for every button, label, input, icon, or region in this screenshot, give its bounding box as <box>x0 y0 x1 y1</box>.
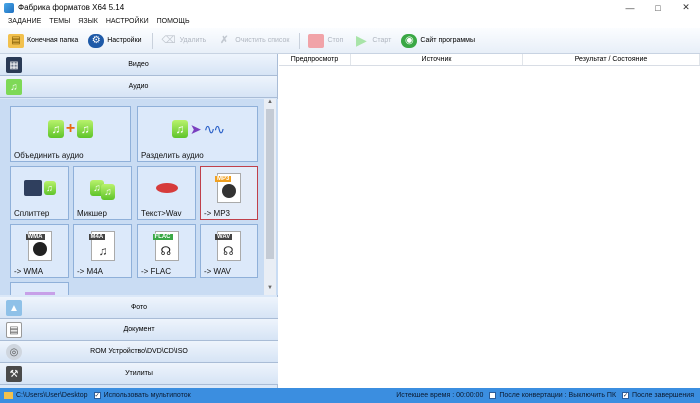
stop-icon <box>308 33 325 48</box>
category-utilities[interactable]: ⚒ Утилиты <box>0 363 278 385</box>
folder-icon: ▤ <box>8 33 24 48</box>
menu-settings[interactable]: НАСТРОЙКИ <box>106 18 149 25</box>
audio-tool-icon <box>11 287 68 295</box>
wma-file-icon: WMA <box>11 227 68 265</box>
mp3-file-icon: MP3 <box>201 169 257 207</box>
menu-themes[interactable]: ТЕМЫ <box>49 18 70 25</box>
status-bar: C:\Users\User\Desktop ✓ Использовать мул… <box>0 388 700 403</box>
play-icon: ▶ <box>355 32 367 48</box>
multithread-checkbox[interactable]: ✓ <box>93 392 101 399</box>
task-list[interactable]: Предпросмотр Источник Результат / Состоя… <box>279 54 700 388</box>
tiles-scrollbar[interactable]: ▲ ▼ <box>264 99 276 295</box>
disc-icon: ◎ <box>6 344 22 360</box>
globe-icon: ◉ <box>401 33 418 48</box>
to-m4a-tile[interactable]: M4A ♫ -> M4A <box>73 224 132 278</box>
splitter-tile[interactable]: ♫ Сплиттер <box>10 166 69 220</box>
film-icon: ▦ <box>6 57 22 73</box>
category-audio[interactable]: ♫ Аудио <box>0 76 277 98</box>
folder-icon <box>4 392 13 399</box>
tools-icon: ⚒ <box>6 366 22 382</box>
to-flac-tile[interactable]: FLAC ☊ -> FLAC <box>137 224 196 278</box>
to-wma-tile[interactable]: WMA -> WMA <box>10 224 69 278</box>
menu-bar: ЗАДАНИЕ ТЕМЫ ЯЗЫК НАСТРОЙКИ ПОМОЩЬ <box>0 15 700 28</box>
scroll-up-icon[interactable]: ▲ <box>264 99 276 109</box>
after-finish-checkbox[interactable]: ✓ <box>622 392 630 399</box>
toolbar-separator <box>299 32 301 49</box>
music-note-icon: ♫ <box>6 79 22 95</box>
audio-tools-grid: ♫ + ♫ Объединить аудио ♫ ➤ ∿∿ Разделить ауди… <box>0 99 278 295</box>
photo-icon: ▲ <box>6 300 22 316</box>
mixer-tile[interactable]: ♫ ♫ Микшер <box>73 166 132 220</box>
menu-help[interactable]: ПОМОЩЬ <box>157 18 190 25</box>
after-convert-checkbox[interactable] <box>489 392 497 399</box>
column-source[interactable]: Источник <box>351 54 523 65</box>
title-bar: Фабрика форматов X64 5.14 — □ ✕ <box>0 0 700 15</box>
multithread-toggle[interactable]: ✓ Использовать мультипоток <box>93 392 191 399</box>
settings-icon: ⚙ <box>88 33 105 48</box>
category-document[interactable]: ▤ Документ <box>0 319 278 341</box>
start-button[interactable]: ▶ Старт <box>353 31 391 51</box>
app-icon <box>4 2 14 13</box>
clear-list-button[interactable]: ✗ Очистить список <box>216 31 289 51</box>
clear-icon: ✗ <box>220 35 229 46</box>
after-finish-toggle[interactable]: ✓ После завершения <box>622 392 694 399</box>
scroll-thumb[interactable] <box>266 109 274 259</box>
mixer-icon: ♫ ♫ <box>74 169 131 207</box>
delete-button[interactable]: ⌫ Удалить <box>161 31 206 51</box>
output-path[interactable]: C:\Users\User\Desktop <box>4 392 88 399</box>
window-title: Фабрика форматов X64 5.14 <box>18 3 125 12</box>
split-audio-icon: ♫ ➤ ∿∿ <box>138 109 257 149</box>
after-convert-toggle[interactable]: После конвертации : Выключить ПК <box>489 392 616 399</box>
split-audio-tile[interactable]: ♫ ➤ ∿∿ Разделить аудио <box>137 106 258 162</box>
wav-file-icon: WAV ☊ <box>201 227 257 265</box>
task-list-header: Предпросмотр Источник Результат / Состоя… <box>279 54 700 66</box>
category-photo[interactable]: ▲ Фото <box>0 297 278 319</box>
delete-icon: ⌫ <box>161 35 176 46</box>
category-panel: ▦ Видео ♫ Аудио ♫ + ♫ Объединить аудио ♫ ➤ ∿… <box>0 54 278 388</box>
close-icon[interactable]: ✕ <box>672 0 700 15</box>
partial-tile[interactable] <box>10 282 69 295</box>
output-folder-button[interactable]: ▤ Конечная папка <box>8 31 78 51</box>
lips-icon <box>138 169 195 207</box>
elapsed-time: Истекшее время : 00:00:00 <box>396 392 484 399</box>
scroll-down-icon[interactable]: ▼ <box>264 285 276 295</box>
m4a-file-icon: M4A ♫ <box>74 227 131 265</box>
text-to-wav-tile[interactable]: Текст>Wav <box>137 166 196 220</box>
category-rom[interactable]: ◎ ROM Устройство\DVD\CD\ISO <box>0 341 278 363</box>
column-preview[interactable]: Предпросмотр <box>279 54 351 65</box>
menu-language[interactable]: ЯЗЫК <box>78 18 98 25</box>
minimize-icon[interactable]: — <box>616 0 644 15</box>
toolbar-separator <box>151 32 153 49</box>
to-wav-tile[interactable]: WAV ☊ -> WAV <box>200 224 258 278</box>
settings-button[interactable]: ⚙ Настройки <box>88 31 142 51</box>
document-icon: ▤ <box>6 322 22 338</box>
menu-task[interactable]: ЗАДАНИЕ <box>8 18 41 25</box>
join-audio-icon: ♫ + ♫ <box>11 109 130 149</box>
category-video[interactable]: ▦ Видео <box>0 54 277 76</box>
column-result[interactable]: Результат / Состояние <box>523 54 700 65</box>
join-audio-tile[interactable]: ♫ + ♫ Объединить аудио <box>10 106 131 162</box>
website-button[interactable]: ◉ Сайт программы <box>401 31 475 51</box>
toolbar: ▤ Конечная папка ⚙ Настройки ⌫ Удалить ✗… <box>0 28 700 54</box>
splitter-icon: ♫ <box>11 169 68 207</box>
maximize-icon[interactable]: □ <box>644 0 672 15</box>
bottom-categories: ▲ Фото ▤ Документ ◎ ROM Устройство\DVD\C… <box>0 297 278 385</box>
stop-button[interactable]: Стоп <box>308 31 343 51</box>
flac-file-icon: FLAC ☊ <box>138 227 195 265</box>
to-mp3-tile[interactable]: MP3 -> MP3 <box>200 166 258 220</box>
